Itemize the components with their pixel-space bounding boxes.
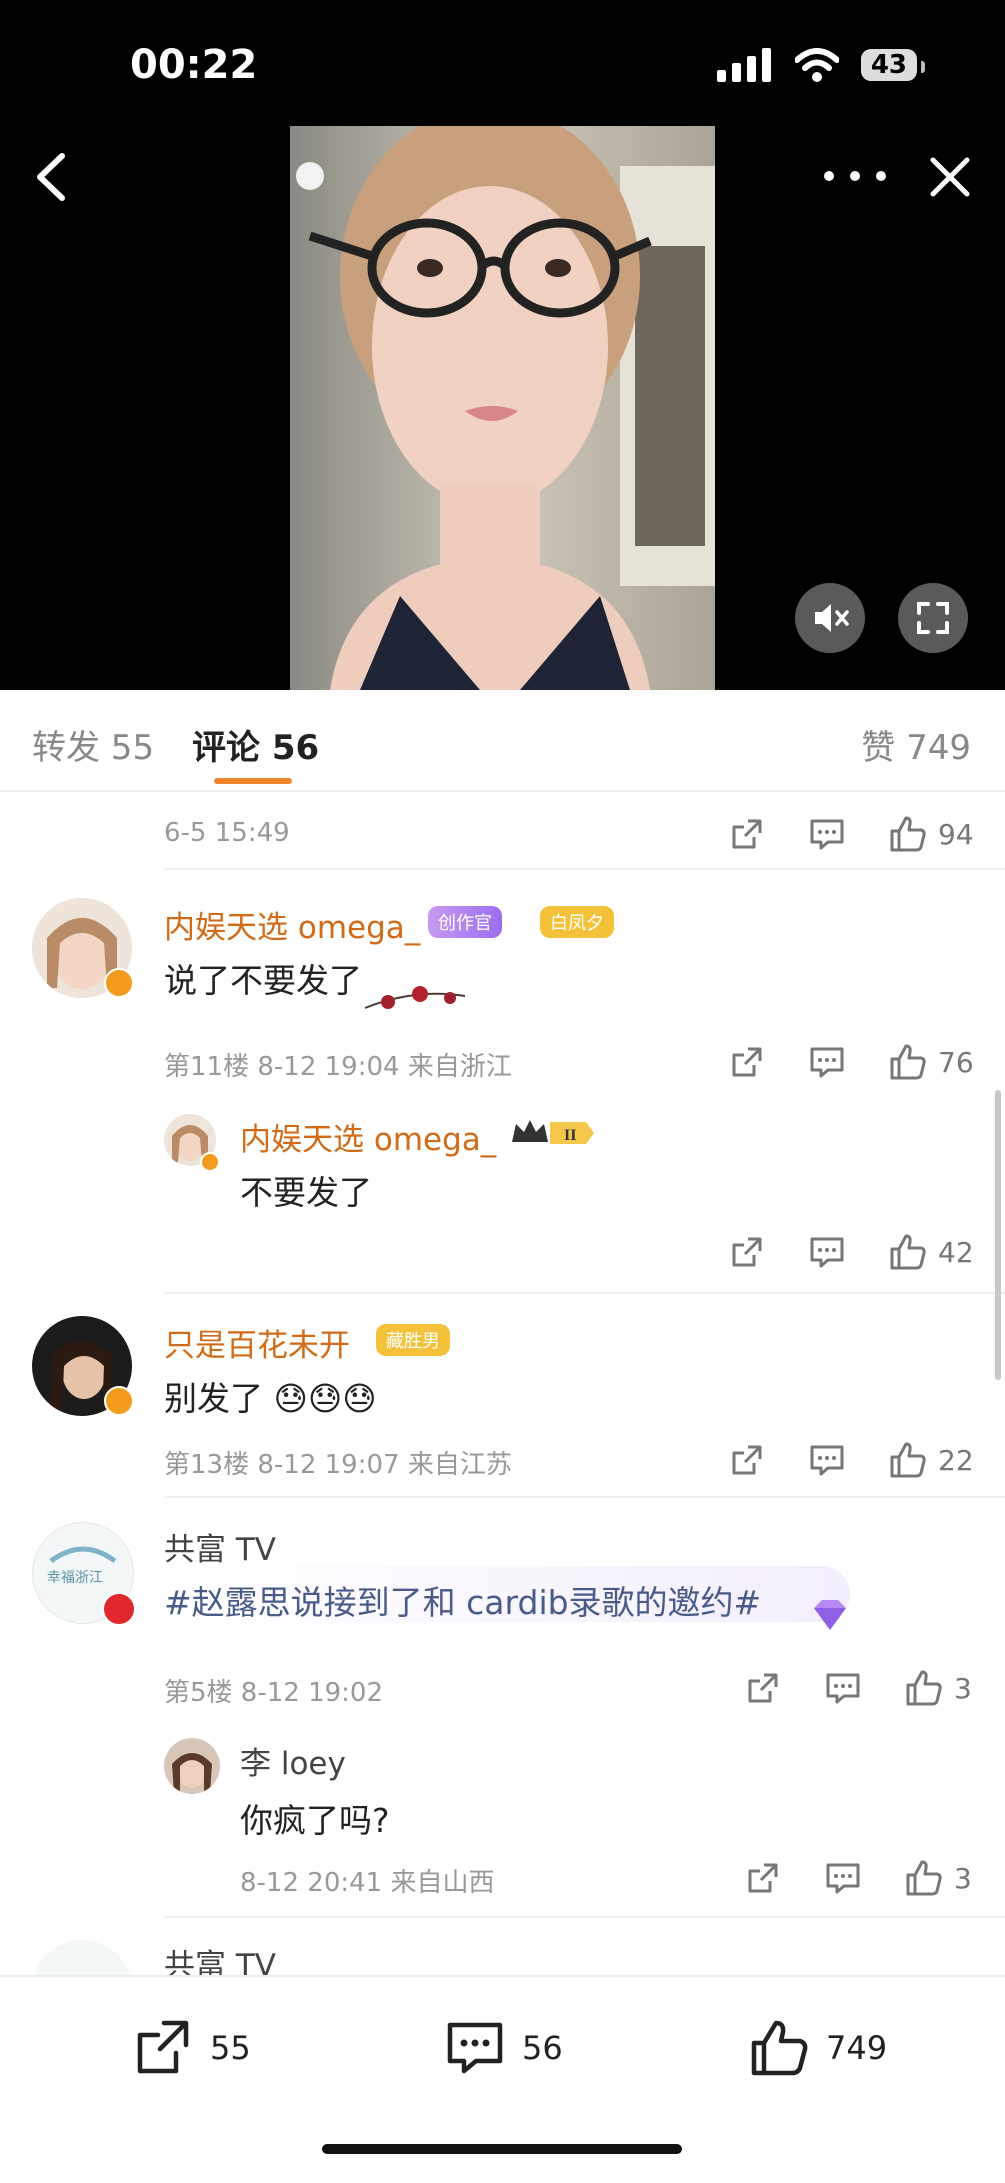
- fullscreen-icon: [917, 602, 949, 634]
- like-icon[interactable]: [888, 814, 928, 854]
- like-count: 3: [954, 1861, 972, 1895]
- verified-badge: [200, 1152, 220, 1172]
- like-icon[interactable]: [888, 1440, 928, 1480]
- like-count: 76: [938, 1045, 974, 1079]
- share-icon[interactable]: [728, 815, 766, 853]
- comment-meta: 第13楼 8-12 19:07 来自江苏: [164, 1450, 512, 1480]
- comment-count: 56: [522, 2029, 563, 2067]
- reply-icon[interactable]: [808, 1043, 846, 1081]
- comment-text: 别发了 😓😓😓: [164, 1379, 377, 1418]
- comment-actions: 76: [728, 1042, 974, 1082]
- username[interactable]: 李 loey: [240, 1738, 346, 1783]
- comment-meta: 6-5 15:49: [164, 818, 290, 848]
- like-button[interactable]: 749: [748, 2017, 887, 2079]
- username[interactable]: 内娱天选 omega_: [240, 1114, 496, 1159]
- comment-actions: 22: [728, 1440, 974, 1480]
- active-tab-indicator: [214, 778, 292, 784]
- share-icon[interactable]: [744, 1859, 782, 1897]
- reply-icon[interactable]: [808, 1233, 846, 1271]
- like-icon[interactable]: [904, 1858, 944, 1898]
- back-icon[interactable]: [28, 150, 78, 204]
- tab-comment[interactable]: 评论 56: [192, 720, 319, 769]
- comment-meta: 8-12 20:41 来自山西: [240, 1868, 495, 1898]
- verified-badge: [104, 968, 134, 998]
- scrollbar[interactable]: [995, 1090, 1001, 1380]
- comment-button[interactable]: 56: [444, 2017, 563, 2079]
- comment-text[interactable]: #赵露思说接到了和 cardib录歌的邀约#: [164, 1576, 761, 1624]
- creator-badge: 创作官: [428, 906, 502, 938]
- comment-text: 不要发了: [240, 1173, 372, 1212]
- reply-icon[interactable]: [824, 1669, 862, 1707]
- battery-indicator: 43: [860, 49, 926, 81]
- like-icon: [751, 2020, 808, 2076]
- verified-badge: [104, 1386, 134, 1416]
- comment-tabs: 转发 55 评论 56 赞 749: [0, 690, 1005, 792]
- tab-repost[interactable]: 转发 55: [32, 720, 154, 769]
- like-count: 3: [954, 1671, 972, 1705]
- avatar-image: [164, 1738, 220, 1794]
- like-count: 42: [938, 1235, 974, 1269]
- avatar-text: 幸福浙江: [47, 1570, 103, 1586]
- fullscreen-button[interactable]: [898, 583, 968, 653]
- like-icon[interactable]: [888, 1042, 928, 1082]
- video-player[interactable]: [290, 126, 715, 690]
- share-icon[interactable]: [744, 1669, 782, 1707]
- username[interactable]: 只是百花未开: [164, 1320, 350, 1365]
- more-icon[interactable]: [815, 158, 895, 194]
- divider: [164, 1292, 1005, 1294]
- comment-meta: 第11楼 8-12 19:04 来自浙江: [164, 1052, 512, 1082]
- wifi-icon: [794, 48, 839, 82]
- divider: [164, 868, 1005, 870]
- comment-actions: 3: [744, 1858, 972, 1898]
- reply-icon[interactable]: [808, 1441, 846, 1479]
- repost-count: 55: [210, 2029, 251, 2067]
- rose-decoration-icon: [364, 986, 466, 1009]
- comment-actions: 94: [728, 814, 974, 854]
- crown-badge-icon: II: [512, 1120, 594, 1144]
- close-icon[interactable]: [925, 152, 975, 202]
- tab-like[interactable]: 赞 749: [861, 720, 971, 769]
- diamond-icon: [814, 1600, 846, 1630]
- divider: [164, 1916, 1005, 1918]
- comment-text: 你疯了吗?: [240, 1801, 390, 1840]
- video-header: 00:22 43: [0, 0, 1005, 690]
- share-icon[interactable]: [728, 1043, 766, 1081]
- comment-meta: 第5楼 8-12 19:02: [164, 1678, 384, 1708]
- avatar[interactable]: [164, 1738, 220, 1794]
- svg-text:II: II: [564, 1127, 576, 1144]
- comment-text: 说了不要发了: [164, 961, 362, 1000]
- comment-icon: [447, 2022, 503, 2074]
- share-icon[interactable]: [728, 1441, 766, 1479]
- signal-icon: [716, 48, 771, 82]
- status-icons: 43: [716, 48, 926, 82]
- comment-actions: 42: [728, 1232, 974, 1272]
- fan-badge: 白凤夕: [540, 906, 614, 938]
- comment-actions: 3: [744, 1668, 972, 1708]
- like-count: 22: [938, 1443, 974, 1477]
- mute-icon: [815, 604, 849, 632]
- username[interactable]: 共富 TV: [164, 1524, 276, 1569]
- verified-badge: [102, 1592, 136, 1626]
- home-indicator: [322, 2144, 682, 2154]
- reply-icon[interactable]: [824, 1859, 862, 1897]
- share-icon: [137, 2020, 189, 2074]
- status-time: 00:22: [130, 42, 258, 88]
- like-count: 94: [938, 817, 974, 851]
- divider: [164, 1496, 1005, 1498]
- fan-badge: 藏胜男: [376, 1324, 450, 1356]
- like-icon[interactable]: [904, 1668, 944, 1708]
- repost-button[interactable]: 55: [132, 2017, 251, 2079]
- share-icon[interactable]: [728, 1233, 766, 1271]
- reply-icon[interactable]: [808, 815, 846, 853]
- username[interactable]: 内娱天选 omega_: [164, 902, 420, 947]
- mute-button[interactable]: [795, 583, 865, 653]
- like-count: 749: [826, 2029, 888, 2067]
- like-icon[interactable]: [888, 1232, 928, 1272]
